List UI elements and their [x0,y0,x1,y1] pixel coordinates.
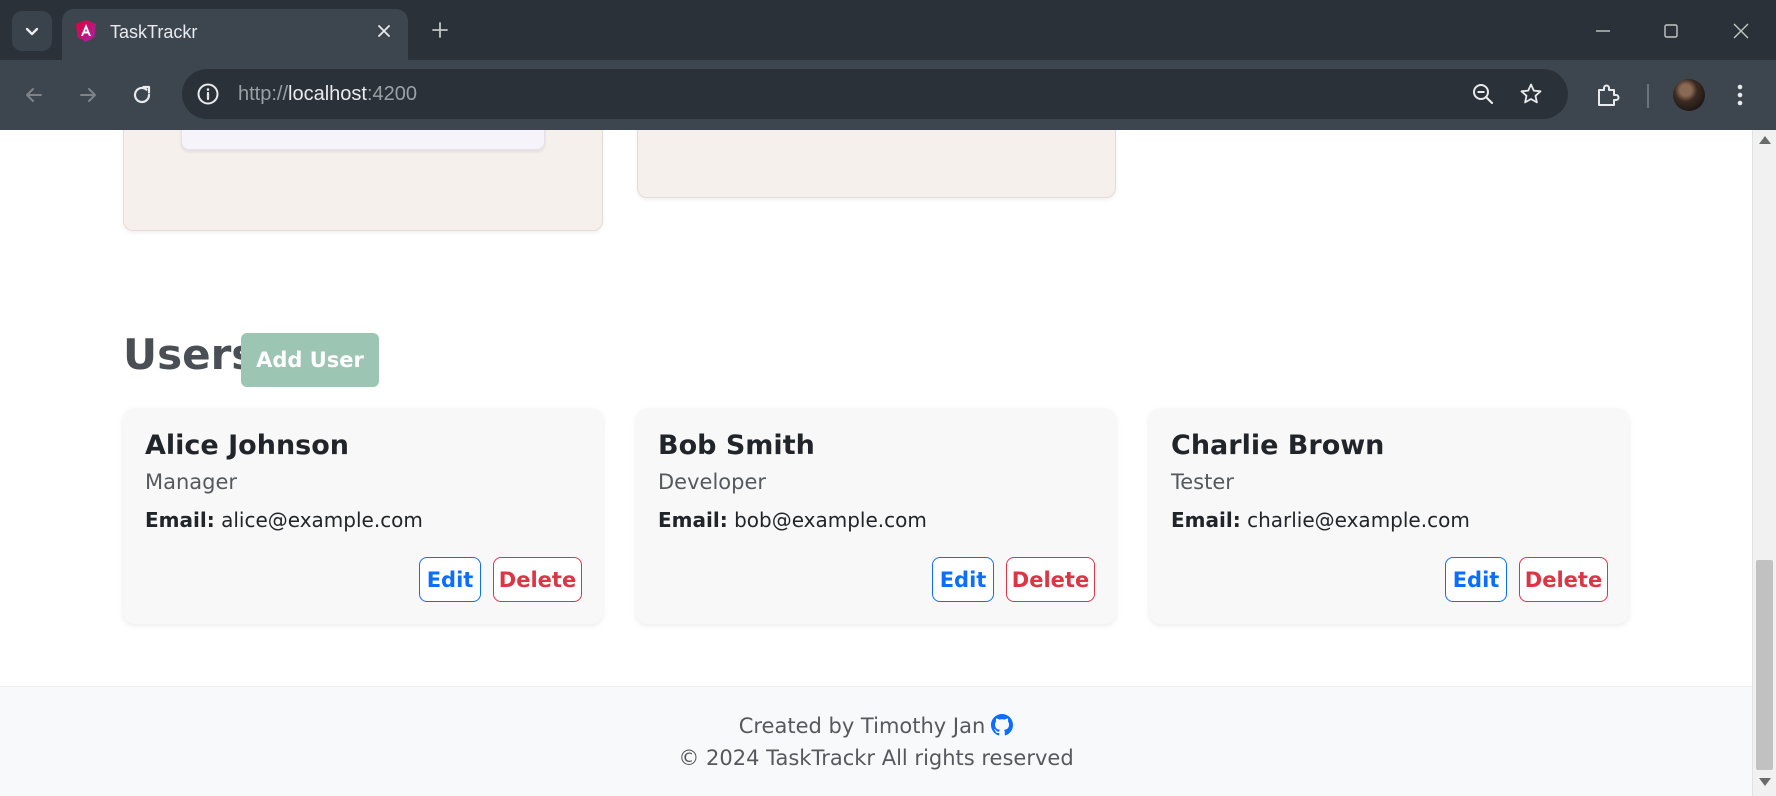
toolbar-divider [1647,84,1649,108]
url-port: :4200 [366,83,418,105]
close-icon [378,25,390,37]
address-bar[interactable]: http://localhost:4200 [182,69,1568,119]
site-info-button[interactable] [194,80,222,108]
maximize-button[interactable] [1656,16,1686,46]
close-icon [1733,23,1749,39]
extensions-icon [1598,84,1620,106]
tab-search-icon [25,27,39,36]
angular-logo-icon [76,20,96,42]
minimize-icon [1596,30,1610,32]
task-column-partial [637,130,1116,198]
user-name: Bob Smith [658,430,815,461]
url-host: localhost [288,83,367,105]
back-button[interactable] [18,79,50,111]
edit-user-button[interactable]: Edit [1445,557,1507,602]
tab-tasktrackr[interactable]: TaskTrackr [62,9,408,60]
profile-avatar[interactable] [1673,79,1705,111]
email-label: Email: [658,508,728,532]
chrome-menu-button[interactable] [1724,79,1756,111]
maximize-icon [1664,24,1678,38]
users-heading: Users [123,330,257,379]
delete-user-button[interactable]: Delete [493,557,582,602]
tab-title: TaskTrackr [110,22,198,42]
user-role: Developer [658,470,767,494]
task-column-partial [123,130,603,231]
email-value: bob@example.com [734,508,927,532]
user-email: Email: alice@example.com [145,508,423,532]
extensions-button[interactable] [1592,79,1624,111]
browser-toolbar: http://localhost:4200 [0,60,1776,130]
back-icon [26,88,42,102]
github-link[interactable] [991,714,1014,741]
tab-search-button[interactable] [12,11,52,51]
forward-button[interactable] [72,79,104,111]
add-user-button[interactable]: Add User [241,333,379,387]
plus-icon [432,22,448,38]
user-name: Charlie Brown [1171,430,1385,461]
email-label: Email: [145,508,215,532]
page-content: Users Add User Alice Johnson Manager Ema… [0,130,1752,796]
github-icon [991,714,1014,736]
new-tab-button[interactable] [424,14,456,46]
user-card: Bob Smith Developer Email: bob@example.c… [636,408,1116,624]
zoom-button[interactable] [1470,81,1496,107]
email-value: charlie@example.com [1247,508,1470,532]
created-by-text: Created by Timothy Jan [738,714,986,738]
delete-user-button[interactable]: Delete [1519,557,1608,602]
page-scrollbar[interactable] [1752,130,1776,796]
site-info-icon [197,83,219,105]
scrollbar-thumb[interactable] [1756,560,1773,770]
user-role: Tester [1171,470,1234,494]
footer-credit: Created by Timothy Jan [0,714,1752,741]
task-card-partial [181,130,545,150]
user-card: Charlie Brown Tester Email: charlie@exam… [1149,408,1629,624]
edit-user-button[interactable]: Edit [932,557,994,602]
browser-window: TaskTrackr http://localhost:4200 Users A… [0,0,1776,796]
tab-close-button[interactable] [372,19,396,43]
user-email: Email: bob@example.com [658,508,927,532]
close-window-button[interactable] [1726,16,1756,46]
reload-icon [133,85,151,104]
zoom-out-icon [1473,84,1494,105]
url-scheme: http:// [238,83,289,105]
tab-strip: TaskTrackr [0,0,1776,60]
user-email: Email: charlie@example.com [1171,508,1470,532]
reload-button[interactable] [126,79,158,111]
minimize-button[interactable] [1588,16,1618,46]
email-value: alice@example.com [221,508,423,532]
edit-user-button[interactable]: Edit [419,557,481,602]
user-name: Alice Johnson [145,430,350,461]
email-label: Email: [1171,508,1241,532]
scroll-up-arrow[interactable] [1759,136,1771,144]
bookmark-button[interactable] [1518,81,1544,107]
forward-icon [80,88,96,102]
footer-copyright: © 2024 TaskTrackr All rights reserved [678,746,1074,770]
url-text: http://localhost:4200 [238,83,417,106]
star-icon [1520,83,1542,104]
delete-user-button[interactable]: Delete [1006,557,1095,602]
user-card: Alice Johnson Manager Email: alice@examp… [123,408,603,624]
page-footer: Created by Timothy Jan © 2024 TaskTrackr… [0,686,1752,796]
user-role: Manager [145,470,238,494]
menu-icon [1737,84,1743,106]
scroll-down-arrow[interactable] [1759,778,1771,786]
